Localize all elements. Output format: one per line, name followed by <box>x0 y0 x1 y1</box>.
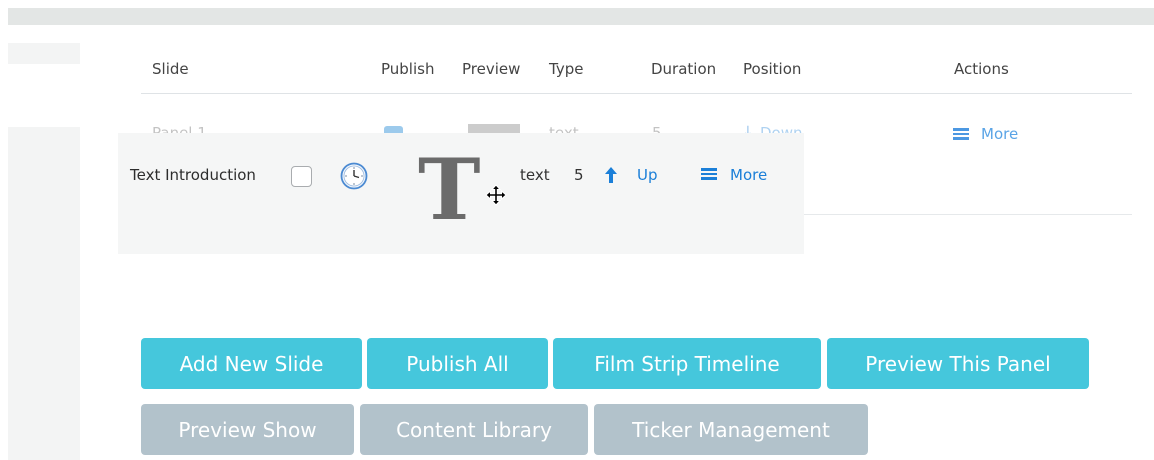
column-header-position: Position <box>743 60 802 78</box>
more-actions-label: More <box>981 125 1019 143</box>
sidebar-tab <box>8 43 80 64</box>
column-header-preview: Preview <box>462 60 521 78</box>
sidebar-strip <box>8 127 80 460</box>
hamburger-icon <box>953 128 969 140</box>
column-header-publish: Publish <box>381 60 435 78</box>
row-divider <box>802 214 1132 215</box>
arrow-up-icon[interactable] <box>604 166 618 184</box>
preview-show-button[interactable]: Preview Show <box>141 404 354 455</box>
publish-all-button[interactable]: Publish All <box>367 338 548 389</box>
column-header-actions: Actions <box>954 60 1009 78</box>
text-slide-preview-icon[interactable]: T <box>418 148 481 232</box>
film-strip-timeline-button[interactable]: Film Strip Timeline <box>553 338 821 389</box>
dragged-row-title: Text Introduction <box>130 166 256 184</box>
move-cursor-icon <box>485 184 507 206</box>
hamburger-icon[interactable] <box>701 168 717 180</box>
preview-this-panel-button[interactable]: Preview This Panel <box>827 338 1089 389</box>
more-actions-link[interactable]: More <box>730 166 767 184</box>
top-bar <box>8 8 1154 25</box>
header-divider <box>141 93 1132 94</box>
column-header-type: Type <box>549 60 584 78</box>
column-header-duration: Duration <box>651 60 717 78</box>
move-up-link[interactable]: Up <box>637 166 658 184</box>
more-actions-link[interactable]: More <box>953 125 1018 143</box>
publish-checkbox[interactable] <box>291 166 312 187</box>
dragged-row-type: text <box>520 166 550 184</box>
content-library-button[interactable]: Content Library <box>360 404 588 455</box>
ticker-management-button[interactable]: Ticker Management <box>594 404 868 455</box>
clock-icon[interactable] <box>340 162 368 190</box>
column-header-slide: Slide <box>152 60 189 78</box>
dragged-row-duration: 5 <box>574 166 584 184</box>
add-new-slide-button[interactable]: Add New Slide <box>141 338 362 389</box>
